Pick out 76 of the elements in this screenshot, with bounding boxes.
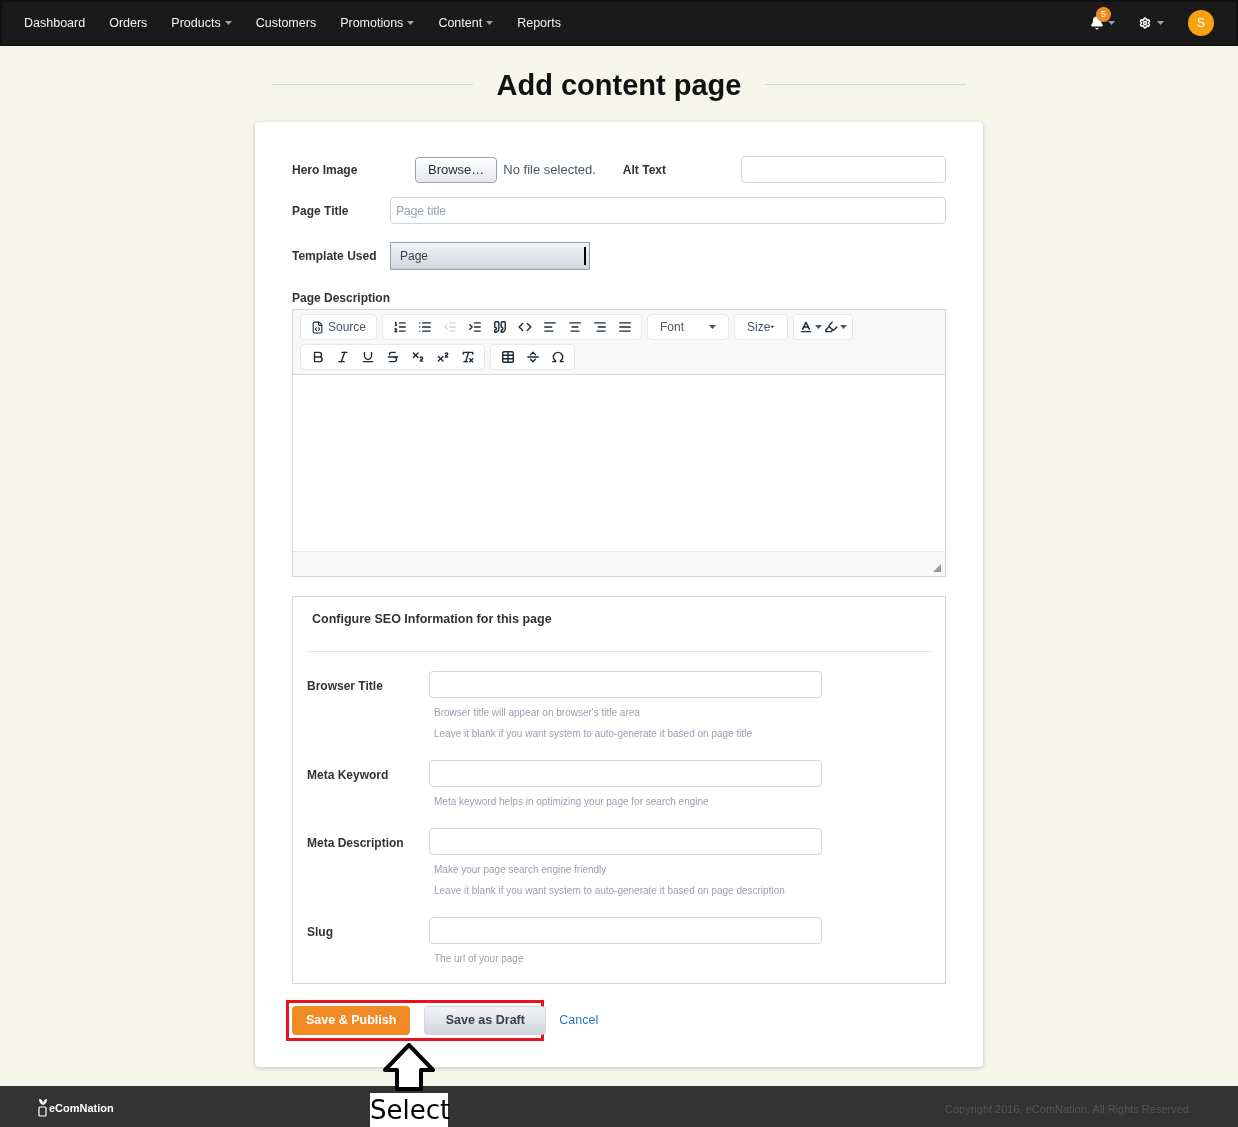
bell-icon[interactable]: [1090, 16, 1104, 30]
help-text: Browser title will appear on browser's title area: [434, 705, 641, 720]
section-heading: Configure SEO Information for this page: [307, 597, 931, 652]
settings-icon[interactable]: [1139, 17, 1151, 29]
field-label: Meta Description: [307, 834, 405, 852]
field-label: Page Description: [292, 290, 392, 307]
strikethrough-icon: [385, 350, 400, 364]
field-label: Alt Text: [622, 161, 666, 179]
save-draft-button[interactable]: Save as Draft: [424, 1006, 547, 1035]
text-field[interactable]: [429, 759, 822, 787]
help-text: Make your page search engine friendly: [434, 862, 608, 877]
caret-icon: [840, 325, 848, 329]
cancel-link[interactable]: Cancel: [559, 1011, 599, 1030]
field-label: Browser Title: [307, 677, 384, 695]
code-icon: [517, 320, 532, 334]
caret-icon: [1108, 21, 1115, 25]
bullet-list-icon: [417, 320, 432, 334]
highlighter-icon: [824, 320, 839, 334]
caret-icon: [815, 325, 823, 329]
align-left-icon: [542, 320, 557, 334]
nav-link[interactable]: Reports: [517, 13, 561, 33]
field-label: Hero Image: [292, 161, 359, 179]
nav-link[interactable]: Content: [438, 13, 494, 33]
plant-jar-icon: [38, 1096, 48, 1117]
horizontal-rule-icon: [525, 350, 540, 364]
code-file-icon: [311, 320, 324, 334]
help-text: Leave it blank if you want system to auto-generate it based on page description: [434, 883, 786, 898]
caret-icon: [709, 325, 717, 329]
template-select[interactable]: Page: [390, 242, 590, 270]
nav-link[interactable]: Promotions: [340, 13, 415, 33]
caret-icon: [224, 21, 232, 25]
toolbar-dropdown[interactable]: Font: [652, 315, 725, 339]
indent-icon: [467, 320, 482, 334]
quote-icon: [492, 320, 507, 334]
caret-icon: [1157, 21, 1164, 25]
browse-button[interactable]: Browse…: [415, 156, 498, 183]
nav-link[interactable]: Orders: [109, 13, 148, 33]
resize-handle-icon[interactable]: [933, 564, 941, 572]
rich-text-editor[interactable]: Source Font Size: [292, 309, 946, 577]
caret-icon: [407, 21, 415, 25]
outdent-icon: [442, 320, 457, 334]
table-icon: [500, 350, 515, 364]
nav-link[interactable]: Customers: [255, 13, 317, 33]
text-field[interactable]: [429, 916, 822, 944]
numbered-list-icon: [392, 320, 407, 334]
text-field[interactable]: [429, 670, 822, 698]
field-label: Page Title: [292, 202, 350, 220]
alt-text-field[interactable]: [741, 156, 946, 183]
text-field[interactable]: [429, 827, 822, 855]
help-text: The url of your page: [434, 951, 525, 966]
text-color-icon: [799, 320, 814, 334]
align-center-icon: [567, 320, 582, 334]
nav-link[interactable]: Dashboard: [24, 13, 86, 33]
notification-badge: 5: [1096, 7, 1111, 22]
caret-icon: [486, 21, 494, 25]
page-title: Add content page: [495, 68, 743, 104]
file-status: No file selected.: [503, 160, 596, 179]
omega-icon: [550, 350, 565, 364]
superscript-icon: [435, 350, 450, 364]
justify-icon: [617, 320, 632, 334]
help-text: Leave it blank if you want system to auto-generate it based on page title: [434, 726, 753, 741]
source-button[interactable]: Source: [305, 316, 373, 338]
field-label: Template Used: [292, 248, 378, 265]
page-title-field[interactable]: Page title: [390, 197, 946, 224]
clear-format-icon: [460, 350, 475, 364]
subscript-icon: [410, 350, 425, 364]
toolbar-dropdown[interactable]: Size: [739, 315, 784, 339]
italic-icon: [335, 350, 350, 364]
underline-icon: [360, 350, 375, 364]
brand-name: eComNation: [49, 1101, 114, 1116]
help-text: Meta keyword helps in optimizing your page for search engine: [434, 794, 710, 809]
nav-link[interactable]: Products: [171, 13, 232, 33]
field-label: Slug: [307, 923, 334, 941]
align-right-icon: [592, 320, 607, 334]
field-label: Meta Keyword: [307, 766, 390, 784]
caret-icon: [770, 325, 776, 329]
